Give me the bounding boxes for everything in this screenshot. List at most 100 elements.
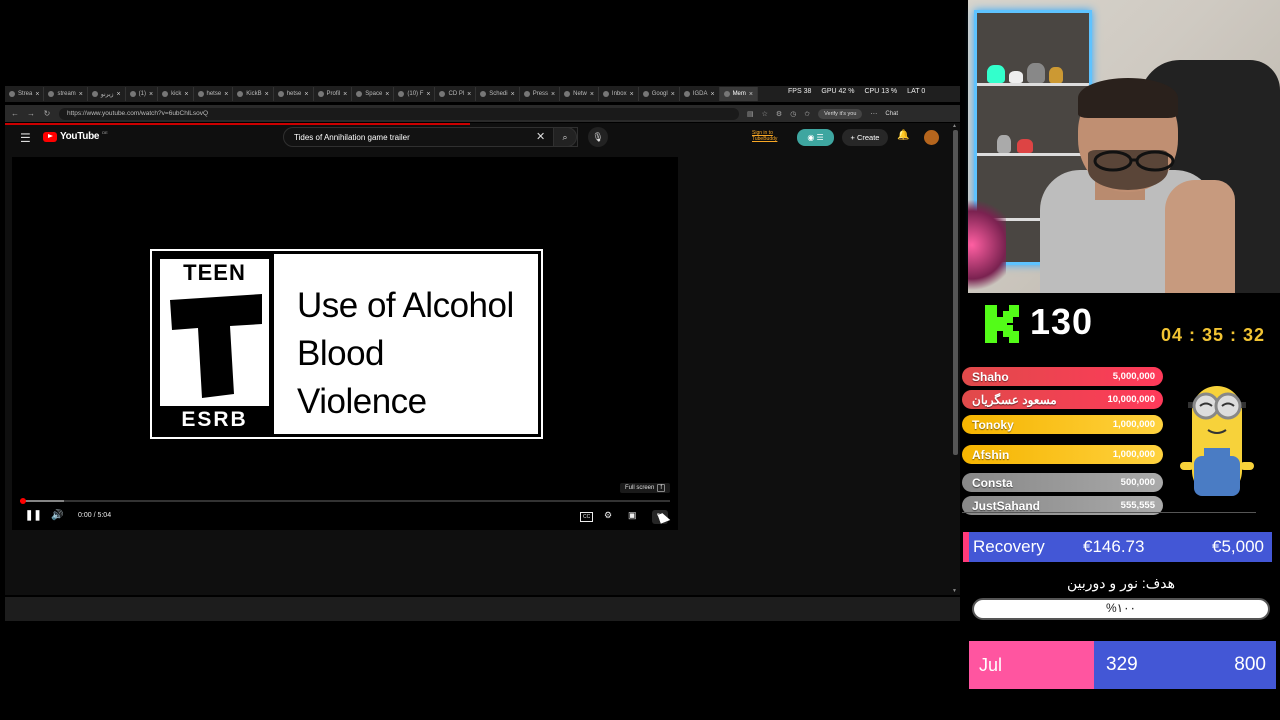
- tab-favicon-icon: [683, 91, 690, 97]
- tab-close-icon[interactable]: ×: [117, 91, 121, 98]
- tab-close-icon[interactable]: ×: [265, 91, 269, 98]
- create-button[interactable]: + Create: [842, 129, 888, 146]
- tab-close-icon[interactable]: ×: [35, 91, 39, 98]
- tab-close-icon[interactable]: ×: [304, 91, 308, 98]
- tab-close-icon[interactable]: ×: [426, 91, 430, 98]
- microphone-icon: 🎙: [592, 132, 604, 142]
- page-scrollbar[interactable]: [953, 130, 958, 455]
- tab-favicon-icon: [197, 91, 204, 97]
- browser-tab[interactable]: hetse ×: [274, 87, 314, 101]
- browser-tab[interactable]: Space ×: [352, 87, 395, 101]
- tab-label: Netw: [573, 91, 587, 97]
- descriptor-line: Blood: [297, 334, 385, 373]
- tab-close-icon[interactable]: ×: [467, 91, 471, 98]
- tab-close-icon[interactable]: ×: [184, 91, 188, 98]
- browser-tab[interactable]: CD Pl ×: [435, 87, 477, 101]
- settings-gear-icon[interactable]: ⚙: [604, 510, 612, 521]
- subtitles-icon[interactable]: CC: [580, 512, 594, 522]
- donor-row: Consta 500,000: [962, 473, 1163, 492]
- fps-value: 38: [803, 88, 812, 95]
- tab-close-icon[interactable]: ×: [710, 91, 714, 98]
- page-loading-bar: [5, 123, 470, 125]
- scroll-down-arrow-icon[interactable]: ▼: [952, 588, 957, 594]
- tab-favicon-icon: [356, 91, 363, 97]
- verify-profile-button[interactable]: Verify it's you: [818, 108, 863, 119]
- tab-favicon-icon: [523, 91, 530, 97]
- streamer-arm: [1165, 180, 1235, 293]
- browser-tab[interactable]: (1) ×: [126, 87, 159, 101]
- pause-button[interactable]: ❚❚: [25, 510, 42, 521]
- youtube-wordmark: YouTube: [60, 131, 100, 142]
- tab-favicon-icon: [602, 91, 609, 97]
- tubebuddy-signin-link[interactable]: Sign in to TubeBuddy: [752, 130, 777, 142]
- browser-tab[interactable]: Inbox ×: [599, 87, 639, 101]
- url-input[interactable]: https://www.youtube.com/watch?v=6ubChlLs…: [59, 107, 739, 120]
- avatar[interactable]: [924, 130, 939, 145]
- tab-close-icon[interactable]: ×: [511, 91, 515, 98]
- star-icon[interactable]: ☆: [762, 110, 768, 118]
- donation-goal-bar: Recovery €146.73 €5,000: [963, 532, 1272, 562]
- history-icon[interactable]: ◷: [790, 110, 796, 118]
- tab-close-icon[interactable]: ×: [224, 91, 228, 98]
- search-input[interactable]: Tides of Annihilation game trailer: [283, 127, 578, 147]
- browser-tab[interactable]: Press ×: [520, 87, 561, 101]
- esrb-label: ESRB: [155, 406, 274, 434]
- browser-tab[interactable]: hetse ×: [194, 87, 234, 101]
- search-button[interactable]: ⌕: [553, 127, 577, 147]
- browser-tab[interactable]: Profil ×: [314, 87, 353, 101]
- more-menu-icon[interactable]: ⋯: [870, 110, 877, 118]
- create-label: Create: [856, 133, 880, 142]
- favorites-icon[interactable]: ✩: [804, 110, 810, 118]
- browser-tab[interactable]: زیرنو ×: [88, 87, 126, 101]
- browser-tab[interactable]: kick ×: [158, 87, 194, 101]
- donor-amount: 1,000,000: [1112, 419, 1155, 430]
- address-bar-row: ← → ↻ https://www.youtube.com/watch?v=6u…: [5, 105, 960, 122]
- browser-tab[interactable]: stream ×: [44, 87, 88, 101]
- tab-close-icon[interactable]: ×: [343, 91, 347, 98]
- reload-icon[interactable]: ↻: [41, 109, 53, 118]
- clear-search-icon[interactable]: ✕: [536, 130, 545, 143]
- tab-close-icon[interactable]: ×: [79, 91, 83, 98]
- browser-tab[interactable]: Googl ×: [639, 87, 680, 101]
- browser-tab[interactable]: Strea ×: [5, 87, 45, 101]
- browser-tab[interactable]: IGDA ×: [680, 87, 720, 101]
- read-mode-icon[interactable]: ▤: [747, 110, 754, 118]
- back-icon[interactable]: ←: [9, 109, 21, 118]
- browser-tab[interactable]: (10) F ×: [394, 87, 436, 101]
- performance-overlay: FPS 38 GPU 42 % CPU 13 % LAT 0: [788, 88, 925, 95]
- scroll-up-arrow-icon[interactable]: ▲: [952, 123, 957, 129]
- tab-label: Press: [532, 91, 549, 97]
- extensions-icon[interactable]: ⚙: [776, 110, 782, 118]
- donor-amount: 1,000,000: [1112, 449, 1155, 460]
- tab-close-icon[interactable]: ×: [385, 91, 389, 98]
- browser-tab[interactable]: Netw ×: [560, 87, 599, 101]
- seek-handle[interactable]: [19, 498, 26, 504]
- notifications-bell-icon[interactable]: 🔔: [897, 130, 909, 141]
- tab-favicon-icon: [237, 91, 244, 97]
- tab-favicon-icon: [439, 91, 446, 97]
- tab-close-icon[interactable]: ×: [149, 91, 153, 98]
- content-descriptors: Use of Alcohol Blood Violence: [297, 282, 514, 426]
- tubebuddy-extension-button[interactable]: ◉ ☰: [797, 129, 834, 146]
- lat-label: LAT: [907, 88, 920, 95]
- voice-search-button[interactable]: 🎙: [588, 127, 608, 147]
- youtube-logo[interactable]: YouTube DE: [43, 130, 108, 142]
- forward-icon[interactable]: →: [25, 109, 37, 118]
- tab-favicon-icon: [564, 91, 571, 97]
- tab-favicon-icon: [723, 91, 730, 97]
- hamburger-menu-icon[interactable]: ☰: [20, 131, 31, 145]
- miniplayer-icon[interactable]: ▣: [628, 510, 637, 521]
- browser-tab[interactable]: KickB ×: [233, 87, 274, 101]
- volume-icon[interactable]: 🔊: [51, 510, 63, 521]
- tab-close-icon[interactable]: ×: [671, 91, 675, 98]
- tab-close-icon[interactable]: ×: [749, 91, 753, 98]
- tab-close-icon[interactable]: ×: [551, 91, 555, 98]
- seek-bar[interactable]: [20, 500, 670, 502]
- tab-close-icon[interactable]: ×: [590, 91, 594, 98]
- copilot-chat-button[interactable]: Chat: [885, 111, 898, 117]
- tab-close-icon[interactable]: ×: [630, 91, 634, 98]
- browser-tab[interactable]: Mem ×: [719, 87, 758, 101]
- search-icon: ⌕: [562, 132, 568, 142]
- browser-tab[interactable]: Schedi ×: [476, 87, 520, 101]
- tab-favicon-icon: [398, 91, 405, 97]
